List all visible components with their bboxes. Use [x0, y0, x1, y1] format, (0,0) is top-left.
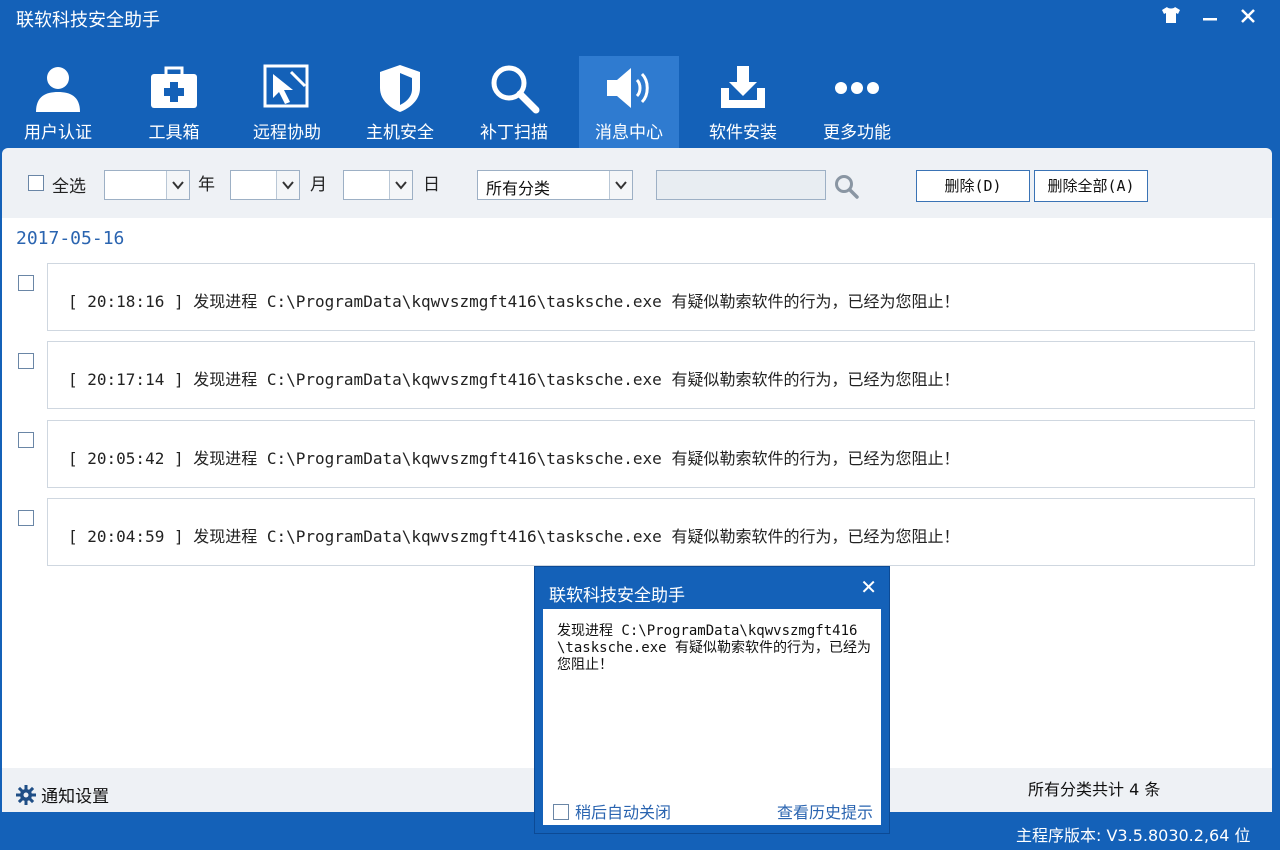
nav-label: 远程协助	[253, 123, 321, 143]
category-value: 所有分类	[486, 179, 551, 198]
message-checkbox[interactable]	[18, 432, 34, 448]
message-checkbox[interactable]	[18, 275, 34, 291]
popup-close-icon[interactable]: ✕	[860, 575, 877, 599]
chevron-down-icon[interactable]	[166, 171, 189, 199]
message-text: [ 20:04:59 ] 发现进程 C:\ProgramData\kqwvszm…	[68, 527, 960, 546]
nav-label: 软件安装	[709, 123, 777, 143]
remote-assist-icon	[263, 64, 309, 108]
message-checkbox[interactable]	[18, 510, 34, 526]
message-count: 所有分类共计 4 条	[1028, 780, 1161, 799]
chevron-down-icon[interactable]	[276, 171, 299, 199]
select-all-label: 全选	[52, 177, 86, 197]
search-icon[interactable]	[834, 174, 860, 200]
auto-close-label: 稍后自动关闭	[575, 803, 672, 822]
more-dots-icon	[835, 82, 879, 94]
nav-label: 更多功能	[823, 123, 891, 143]
close-button[interactable]	[1234, 4, 1262, 30]
alert-popup: 联软科技安全助手 ✕ 发现进程 C:\ProgramData\kqwvszmgf…	[534, 566, 890, 834]
app-title: 联软科技安全助手	[16, 10, 160, 31]
message-checkbox[interactable]	[18, 353, 34, 369]
nav-remote-assist[interactable]: 远程协助	[237, 56, 337, 148]
chevron-down-icon[interactable]	[389, 171, 412, 199]
message-box[interactable]: [ 20:17:14 ] 发现进程 C:\ProgramData\kqwvszm…	[47, 341, 1255, 409]
day-label: 日	[423, 175, 440, 195]
popup-message: 发现进程 C:\ProgramData\kqwvszmgft416\tasksc…	[557, 623, 872, 673]
category-select[interactable]: 所有分类	[477, 170, 633, 200]
shield-icon	[380, 65, 420, 112]
auto-close-checkbox[interactable]	[553, 804, 569, 820]
gear-icon	[16, 785, 36, 805]
version-text: 主程序版本: V3.5.8030.2,64 位	[1016, 826, 1251, 845]
view-history-link[interactable]: 查看历史提示	[777, 799, 873, 823]
list-item: [ 20:05:42 ] 发现进程 C:\ProgramData\kqwvszm…	[2, 420, 1272, 490]
year-select[interactable]	[104, 170, 190, 200]
nav-label: 补丁扫描	[480, 123, 548, 143]
nav-message-center[interactable]: 消息中心	[579, 56, 679, 148]
message-box[interactable]: [ 20:18:16 ] 发现进程 C:\ProgramData\kqwvszm…	[47, 263, 1255, 331]
date-header: 2017-05-16	[16, 228, 125, 249]
nav-label: 消息中心	[595, 123, 663, 143]
search-input[interactable]	[656, 170, 826, 200]
month-select[interactable]	[230, 170, 300, 200]
list-item: [ 20:04:59 ] 发现进程 C:\ProgramData\kqwvszm…	[2, 498, 1272, 568]
main-nav: 用户认证 工具箱 远程协助 主机安全 补丁扫描 消息中心 软件安装 更多功能	[0, 56, 1280, 148]
speaker-icon	[607, 68, 649, 108]
month-label: 月	[310, 175, 327, 195]
chevron-down-icon[interactable]	[609, 171, 632, 199]
auto-close-option[interactable]: 稍后自动关闭	[553, 799, 671, 823]
nav-patch-scan[interactable]: 补丁扫描	[464, 56, 564, 148]
message-text: [ 20:17:14 ] 发现进程 C:\ProgramData\kqwvszm…	[68, 370, 960, 389]
nav-label: 用户认证	[24, 123, 92, 143]
message-text: [ 20:18:16 ] 发现进程 C:\ProgramData\kqwvszm…	[68, 292, 960, 311]
message-text: [ 20:05:42 ] 发现进程 C:\ProgramData\kqwvszm…	[68, 449, 960, 468]
list-item: [ 20:18:16 ] 发现进程 C:\ProgramData\kqwvszm…	[2, 263, 1272, 333]
popup-body: 发现进程 C:\ProgramData\kqwvszmgft416\tasksc…	[543, 609, 881, 825]
notify-settings-link[interactable]: 通知设置	[16, 782, 109, 807]
nav-host-security[interactable]: 主机安全	[350, 56, 450, 148]
nav-toolbox[interactable]: 工具箱	[124, 56, 224, 148]
user-icon	[36, 67, 80, 112]
minimize-button[interactable]	[1196, 4, 1224, 30]
year-label: 年	[198, 175, 215, 195]
day-select[interactable]	[343, 170, 413, 200]
filter-toolbar: 全选 年 月 日 所有分类 删除(D) 删除全部(A)	[2, 148, 1272, 218]
notify-settings-label: 通知设置	[41, 787, 110, 807]
message-box[interactable]: [ 20:05:42 ] 发现进程 C:\ProgramData\kqwvszm…	[47, 420, 1255, 488]
magnifier-icon	[491, 65, 540, 114]
nav-software-install[interactable]: 软件安装	[693, 56, 793, 148]
title-bar: 联软科技安全助手	[0, 0, 1280, 34]
message-box[interactable]: [ 20:04:59 ] 发现进程 C:\ProgramData\kqwvszm…	[47, 498, 1255, 566]
skin-icon[interactable]	[1157, 4, 1185, 30]
popup-title: 联软科技安全助手	[549, 586, 685, 606]
delete-button[interactable]: 删除(D)	[916, 170, 1030, 202]
nav-user-auth[interactable]: 用户认证	[8, 56, 108, 148]
toolbox-icon	[151, 66, 197, 108]
list-item: [ 20:17:14 ] 发现进程 C:\ProgramData\kqwvszm…	[2, 341, 1272, 411]
nav-label: 主机安全	[366, 123, 434, 143]
nav-more-functions[interactable]: 更多功能	[807, 56, 907, 148]
delete-all-button[interactable]: 删除全部(A)	[1034, 170, 1148, 202]
nav-label: 工具箱	[148, 123, 200, 143]
download-tray-icon	[721, 66, 765, 108]
select-all-checkbox[interactable]	[28, 175, 44, 191]
